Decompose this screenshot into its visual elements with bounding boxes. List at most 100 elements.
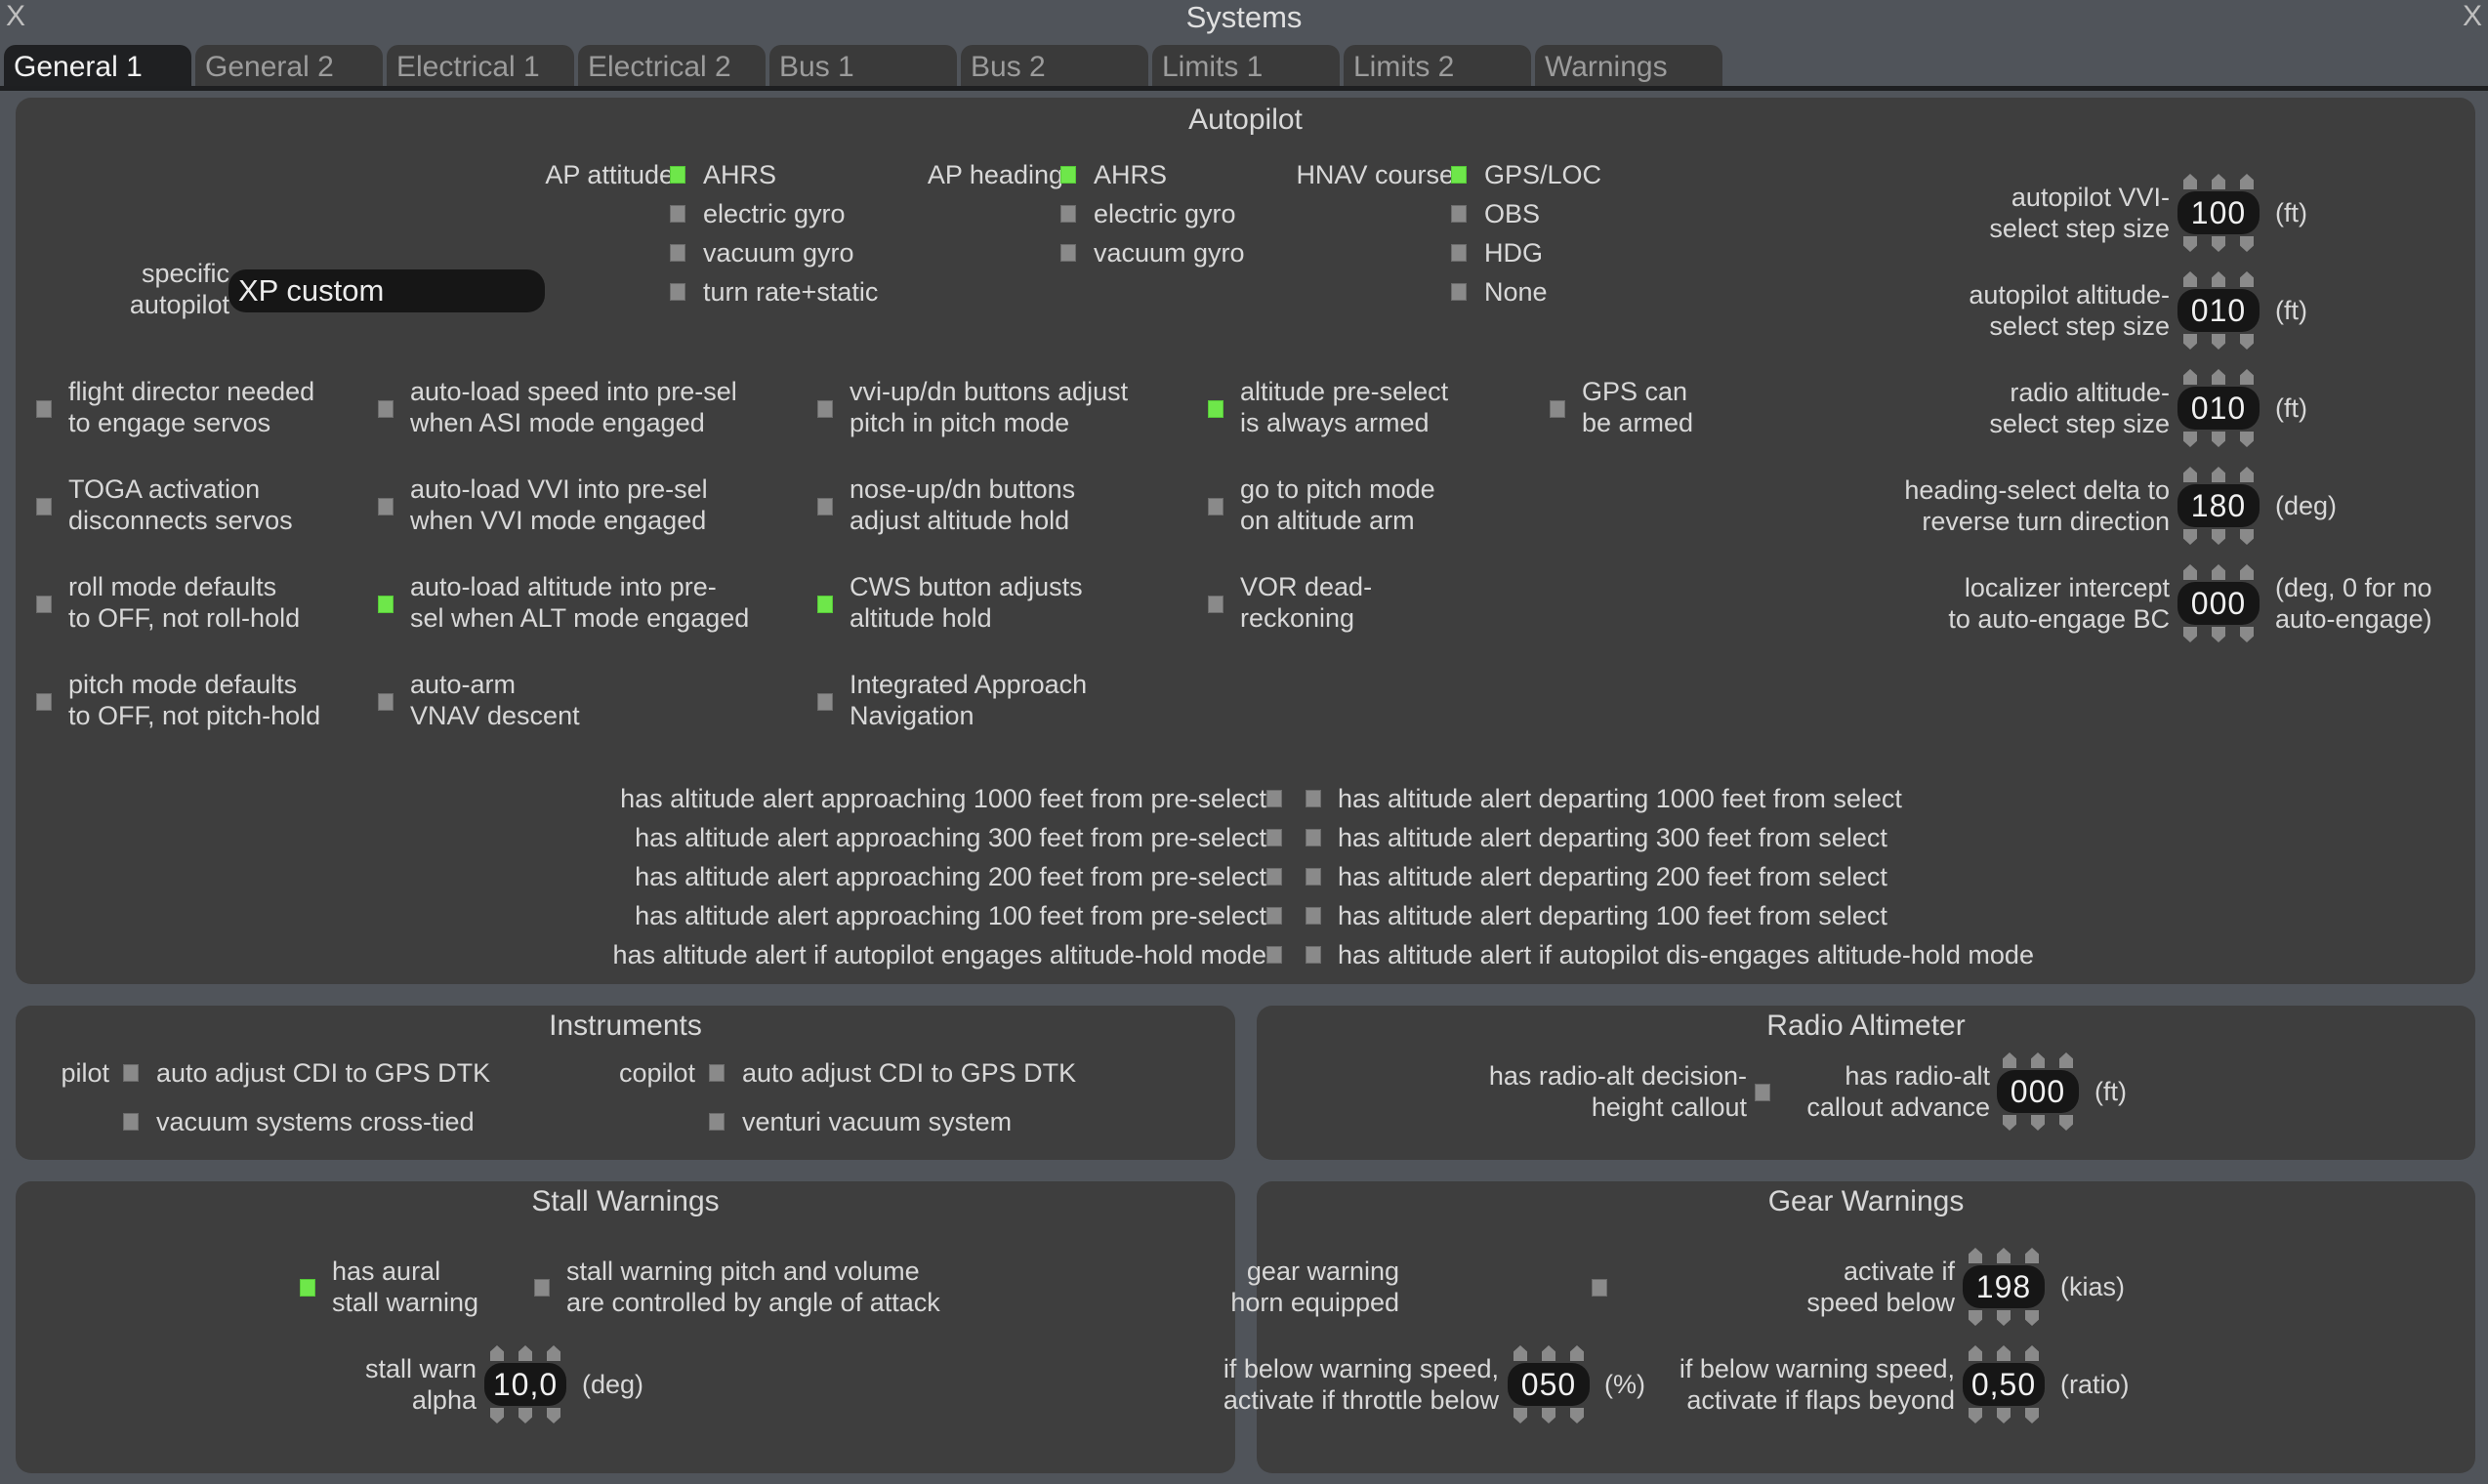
spinner-value[interactable]: 0,50: [1963, 1363, 2045, 1406]
decrement-tens-arrow[interactable]: [2212, 627, 2225, 642]
stall-alpha-spinner[interactable]: 10,0: [484, 1345, 566, 1423]
ap-heading-vacuum-gyro-checkbox[interactable]: [1060, 244, 1076, 262]
increment-tens-arrow[interactable]: [2212, 564, 2225, 580]
ap-attitude-electric-gyro-checkbox[interactable]: [670, 205, 685, 223]
decrement-ones-arrow[interactable]: [2059, 1115, 2073, 1131]
option-checkbox[interactable]: [817, 596, 833, 613]
increment-ones-arrow[interactable]: [2240, 174, 2254, 189]
increment-tens-arrow[interactable]: [2212, 174, 2225, 189]
option-checkbox[interactable]: [1208, 400, 1223, 418]
option-checkbox[interactable]: [378, 596, 394, 613]
hnav-none-checkbox[interactable]: [1451, 283, 1467, 301]
increment-tens-arrow[interactable]: [2212, 369, 2225, 385]
spinner-value[interactable]: 180: [2177, 484, 2260, 527]
alert-depart-checkbox[interactable]: [1306, 829, 1321, 846]
dh-callout-checkbox[interactable]: [1755, 1084, 1770, 1101]
tab-limits-2[interactable]: Limits 2: [1344, 45, 1531, 88]
alert-approach-checkbox[interactable]: [1266, 946, 1282, 964]
decrement-tens-arrow[interactable]: [2212, 432, 2225, 447]
vvi-step-spinner[interactable]: 100: [2177, 174, 2260, 252]
decrement-hundreds-arrow[interactable]: [2183, 432, 2197, 447]
spinner-value[interactable]: 000: [2177, 582, 2260, 625]
specific-autopilot-field[interactable]: XP custom: [228, 269, 545, 312]
alert-approach-checkbox[interactable]: [1266, 907, 1282, 925]
decrement-ones-arrow[interactable]: [2240, 236, 2254, 252]
decrement-hundreds-arrow[interactable]: [2183, 334, 2197, 350]
increment-ones-arrow[interactable]: [2240, 564, 2254, 580]
increment-tenths-arrow[interactable]: [1997, 1345, 2011, 1361]
decrement-hundreds-arrow[interactable]: [1514, 1408, 1527, 1423]
hnav-obs-checkbox[interactable]: [1451, 205, 1467, 223]
increment-ones-arrow[interactable]: [2059, 1052, 2073, 1068]
gear-horn-checkbox[interactable]: [1592, 1279, 1607, 1297]
copilot-venturi-checkbox[interactable]: [709, 1113, 725, 1131]
increment-ones-arrow[interactable]: [2240, 467, 2254, 482]
decrement-ones-arrow[interactable]: [1969, 1408, 1982, 1423]
decrement-ones-arrow[interactable]: [518, 1408, 532, 1423]
gear-speed-spinner[interactable]: 198: [1963, 1248, 2045, 1326]
heading-delta-spinner[interactable]: 180: [2177, 467, 2260, 545]
decrement-tenths-arrow[interactable]: [547, 1408, 560, 1423]
aoa-controlled-checkbox[interactable]: [534, 1279, 550, 1297]
spinner-value[interactable]: 10,0: [484, 1363, 566, 1406]
altitude-step-spinner[interactable]: 010: [2177, 271, 2260, 350]
option-checkbox[interactable]: [36, 400, 52, 418]
decrement-hundreds-arrow[interactable]: [2003, 1115, 2016, 1131]
decrement-hundreds-arrow[interactable]: [1969, 1310, 1982, 1326]
spinner-value[interactable]: 100: [2177, 191, 2260, 234]
option-checkbox[interactable]: [817, 400, 833, 418]
decrement-tens-arrow[interactable]: [1997, 1310, 2011, 1326]
increment-ones-arrow[interactable]: [1570, 1345, 1584, 1361]
gear-flaps-spinner[interactable]: 0,50: [1963, 1345, 2045, 1423]
pilot-vacuum-checkbox[interactable]: [123, 1113, 139, 1131]
increment-ones-arrow[interactable]: [1969, 1345, 1982, 1361]
spinner-value[interactable]: 010: [2177, 387, 2260, 430]
spinner-value[interactable]: 050: [1508, 1363, 1590, 1406]
increment-hundreds-arrow[interactable]: [1514, 1345, 1527, 1361]
increment-hundreds-arrow[interactable]: [2183, 564, 2197, 580]
tab-bus-2[interactable]: Bus 2: [961, 45, 1148, 88]
option-checkbox[interactable]: [817, 693, 833, 711]
option-checkbox[interactable]: [1208, 498, 1223, 515]
aural-stall-checkbox[interactable]: [300, 1279, 315, 1297]
spinner-value[interactable]: 010: [2177, 289, 2260, 332]
decrement-hundredths-arrow[interactable]: [2025, 1408, 2039, 1423]
increment-ones-arrow[interactable]: [2240, 271, 2254, 287]
option-checkbox[interactable]: [36, 498, 52, 515]
tab-electrical-1[interactable]: Electrical 1: [387, 45, 574, 88]
tab-warnings[interactable]: Warnings: [1535, 45, 1722, 88]
decrement-ones-arrow[interactable]: [2240, 334, 2254, 350]
tab-general-1[interactable]: General 1: [4, 45, 191, 88]
increment-tens-arrow[interactable]: [2212, 271, 2225, 287]
spinner-value[interactable]: 198: [1963, 1265, 2045, 1308]
tab-limits-1[interactable]: Limits 1: [1152, 45, 1340, 88]
increment-tens-arrow[interactable]: [490, 1345, 504, 1361]
alert-depart-checkbox[interactable]: [1306, 946, 1321, 964]
option-checkbox[interactable]: [378, 400, 394, 418]
increment-hundreds-arrow[interactable]: [2003, 1052, 2016, 1068]
decrement-tens-arrow[interactable]: [490, 1408, 504, 1423]
increment-tens-arrow[interactable]: [2212, 467, 2225, 482]
gear-throttle-spinner[interactable]: 050: [1508, 1345, 1590, 1423]
decrement-tens-arrow[interactable]: [2212, 334, 2225, 350]
hnav-hdg-checkbox[interactable]: [1451, 244, 1467, 262]
decrement-tenths-arrow[interactable]: [1997, 1408, 2011, 1423]
alert-approach-checkbox[interactable]: [1266, 790, 1282, 807]
increment-tens-arrow[interactable]: [1997, 1248, 2011, 1263]
increment-tens-arrow[interactable]: [1542, 1345, 1555, 1361]
increment-hundreds-arrow[interactable]: [2183, 174, 2197, 189]
tab-electrical-2[interactable]: Electrical 2: [578, 45, 766, 88]
callout-advance-spinner[interactable]: 000: [1997, 1052, 2079, 1131]
alert-depart-checkbox[interactable]: [1306, 907, 1321, 925]
ap-heading-ahrs-checkbox[interactable]: [1060, 166, 1076, 184]
alert-approach-checkbox[interactable]: [1266, 829, 1282, 846]
tab-bus-1[interactable]: Bus 1: [769, 45, 957, 88]
increment-ones-arrow[interactable]: [2240, 369, 2254, 385]
increment-hundreds-arrow[interactable]: [2183, 467, 2197, 482]
decrement-ones-arrow[interactable]: [2240, 627, 2254, 642]
tab-general-2[interactable]: General 2: [195, 45, 383, 88]
option-checkbox[interactable]: [36, 596, 52, 613]
option-checkbox[interactable]: [378, 693, 394, 711]
decrement-tens-arrow[interactable]: [2212, 529, 2225, 545]
decrement-ones-arrow[interactable]: [1570, 1408, 1584, 1423]
